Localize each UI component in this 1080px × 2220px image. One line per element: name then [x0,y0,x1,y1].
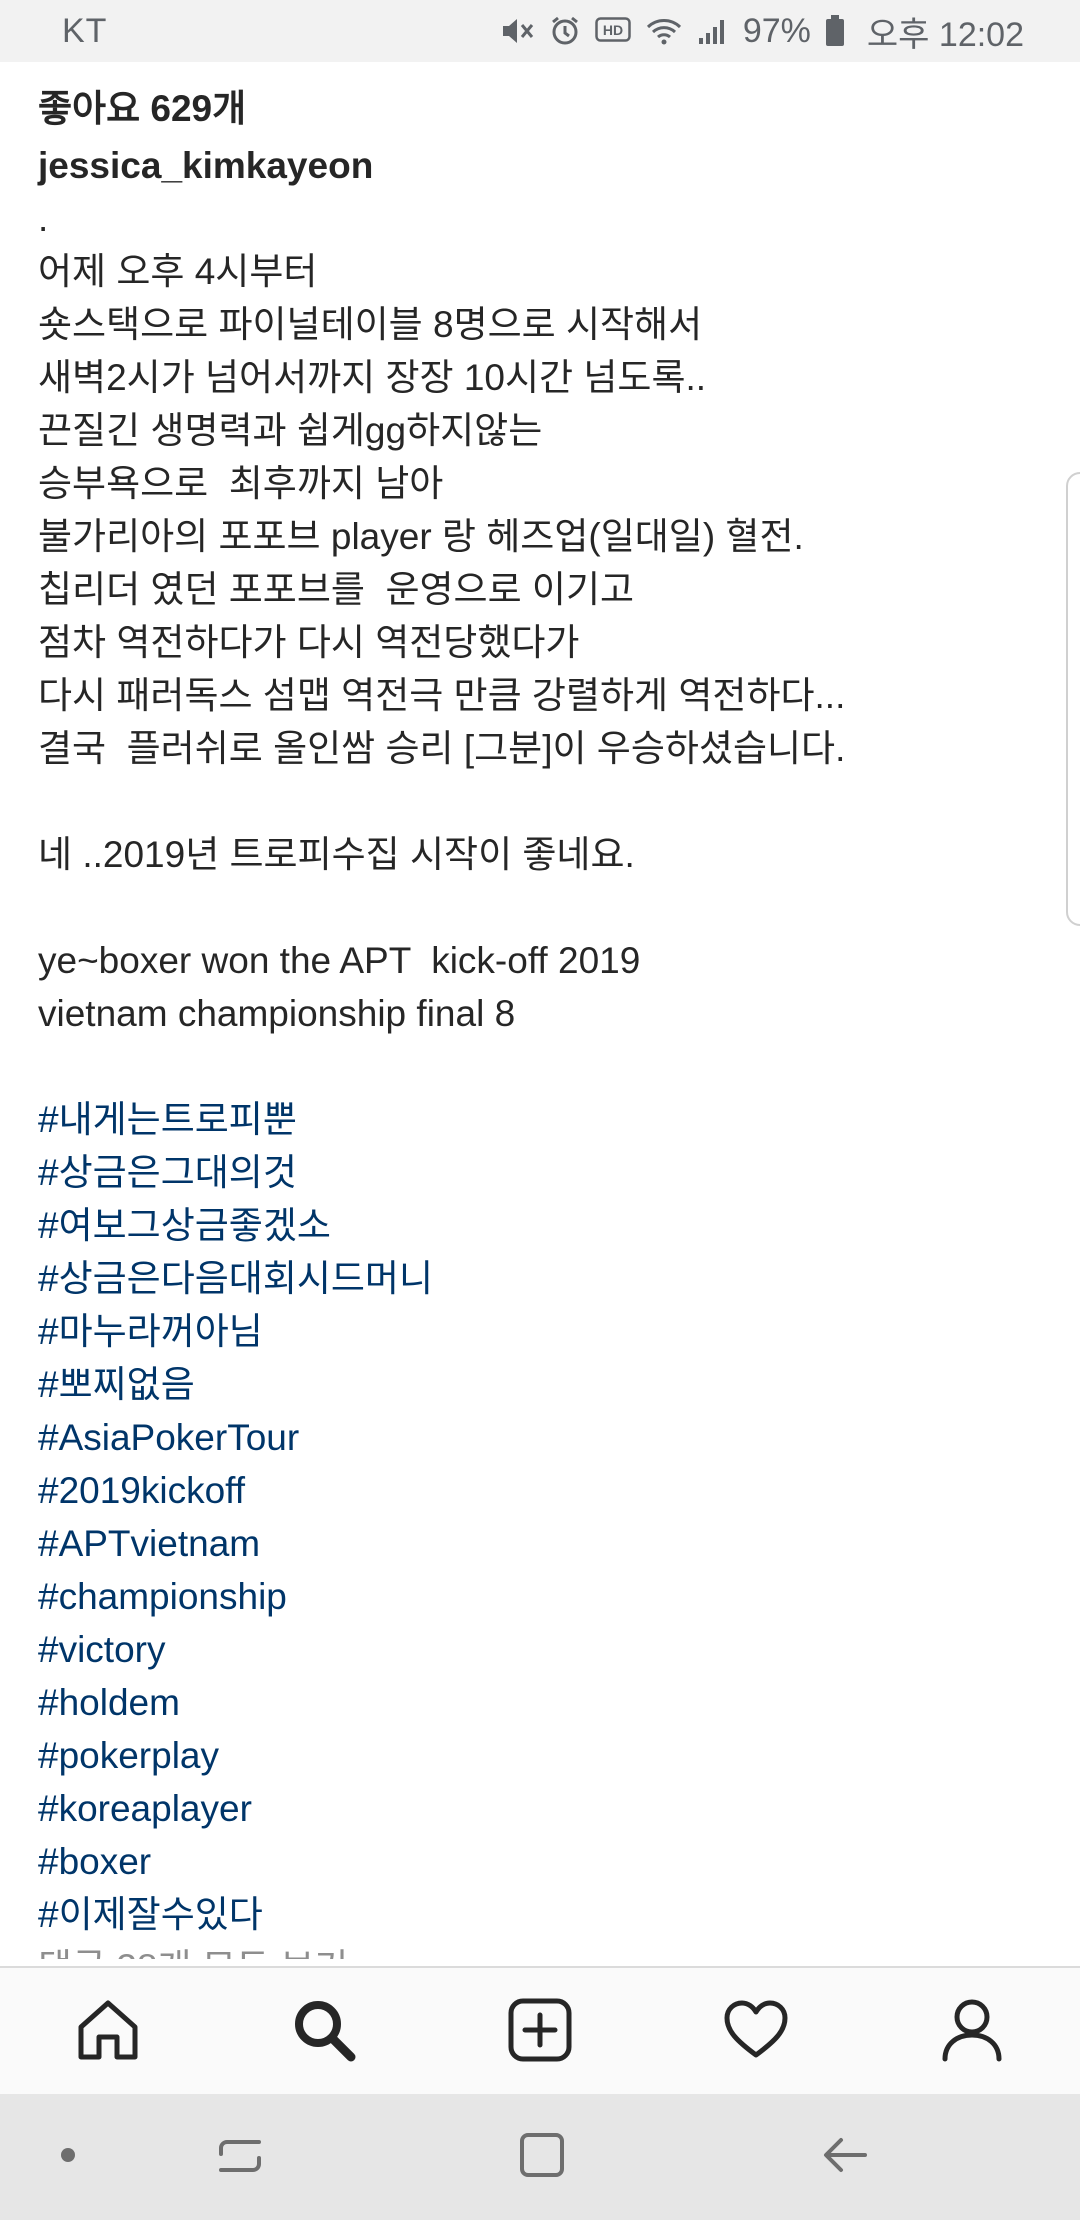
battery-percent: 97% [742,11,811,50]
profile-icon [939,1997,1005,2068]
scroll-handle[interactable] [1066,472,1080,926]
signal-icon [697,16,729,46]
alarm-icon [549,15,581,47]
hashtag-link[interactable]: #holdem [38,1676,1038,1729]
nav-activity-button[interactable] [696,1972,816,2092]
hashtag-link[interactable]: #APTvietnam [38,1517,1038,1570]
hashtag-link[interactable]: #상금은그대의것 [38,1146,1038,1199]
nav-dot-button[interactable] [18,2107,118,2207]
recent-apps-button[interactable] [190,2107,290,2207]
caption-line: 새벽2시가 넘어서까지 장장 10시간 넘도록.. [38,357,707,398]
heart-icon [723,1999,789,2066]
caption-line [38,1040,1038,1093]
caption-line: vietnam championship final 8 [38,993,516,1034]
caption-line: 칩리더 였던 포포브를 운영으로 이기고 [38,569,635,610]
caption-line [38,775,1038,828]
search-icon [291,1997,357,2068]
hashtag-link[interactable]: #pokerplay [38,1729,1038,1782]
battery-icon [825,15,845,47]
system-nav-bar [0,2094,1080,2220]
hashtag-link[interactable]: #뽀찌없음 [38,1358,1038,1411]
hashtag-link[interactable]: #내게는트로피뿐 [38,1093,1038,1146]
hd-icon: HD [595,17,631,45]
add-post-icon [507,1997,573,2068]
hashtag-link[interactable]: #이제잘수있다 [38,1888,1038,1941]
caption-text: . 어제 오후 4시부터숏스택으로 파이널테이블 8명으로 시작해서새벽2시가 넘… [38,192,1038,1093]
nav-profile-button[interactable] [912,1972,1032,2092]
post-caption: 좋아요 629개 jessica_kimkayeon . 어제 오후 4시부터숏스… [38,82,1038,1959]
caption-line: 승부욕으로 최후까지 남아 [38,463,444,504]
view-comments-link[interactable]: 댓글 38개 모두 보기 [38,1941,1038,1959]
home-icon [75,1997,141,2068]
hashtag-link[interactable]: #boxer [38,1835,1038,1888]
instagram-bottom-nav [0,1966,1080,2096]
svg-text:HD: HD [603,22,623,38]
status-bar: KT HD 97% 오후 12:02 [0,0,1080,62]
nav-search-button[interactable] [264,1972,384,2092]
dot-icon [58,2145,78,2170]
hashtag-link[interactable]: #AsiaPokerTour [38,1411,1038,1464]
hashtag-link[interactable]: #마누라꺼아님 [38,1305,1038,1358]
back-button[interactable] [795,2107,895,2207]
hashtag-link[interactable]: #여보그상금좋겠소 [38,1199,1038,1252]
hashtag-link[interactable]: #koreaplayer [38,1782,1038,1835]
caption-line: 결국 플러쉬로 올인쌈 승리 [그분]이 우승하셨습니다. [38,728,846,769]
caption-line: 점차 역전하다가 다시 역전당했다가 [38,622,580,663]
caption-line: 숏스택으로 파이널테이블 8명으로 시작해서 [38,304,703,345]
hashtag-link[interactable]: #victory [38,1623,1038,1676]
hashtag-link[interactable]: #championship [38,1570,1038,1623]
caption-line: 끈질긴 생명력과 쉽게gg하지않는 [38,410,543,451]
wifi-icon [645,16,683,46]
mute-icon [501,16,535,46]
caption-author-line: jessica_kimkayeon [38,139,1038,192]
username-link[interactable]: jessica_kimkayeon [38,145,373,186]
hashtag-link[interactable]: #2019kickoff [38,1464,1038,1517]
home-button[interactable] [492,2107,592,2207]
caption-line: 다시 패러독스 섬맵 역전극 만큼 강렬하게 역전하다... [38,675,846,716]
likes-count[interactable]: 좋아요 629개 [38,82,1038,135]
recent-apps-icon [215,2132,265,2183]
caption-line: 불가리아의 포포브 player 랑 헤즈업(일대일) 혈전. [38,516,804,557]
nav-home-button[interactable] [48,1972,168,2092]
caption-line: ye~boxer won the APT kick-off 2019 [38,940,641,981]
caption-line [38,881,1038,934]
caption-line: . [38,198,49,239]
home-square-icon [518,2131,566,2184]
carrier-label: KT [62,11,108,50]
hashtag-link[interactable]: #상금은다음대회시드머니 [38,1252,1038,1305]
status-icons: HD 97% 오후 12:02 [501,7,1024,56]
nav-add-post-button[interactable] [480,1972,600,2092]
caption-line: 네 ..2019년 트로피수집 시작이 좋네요. [38,834,635,875]
back-icon [821,2134,869,2181]
clock: 오후 12:02 [866,15,1024,54]
caption-line: 어제 오후 4시부터 [38,251,318,292]
hashtag-list: #내게는트로피뿐 #상금은그대의것 #여보그상금좋겠소 #상금은다음대회시드머니 #마누… [38,1093,1038,1941]
